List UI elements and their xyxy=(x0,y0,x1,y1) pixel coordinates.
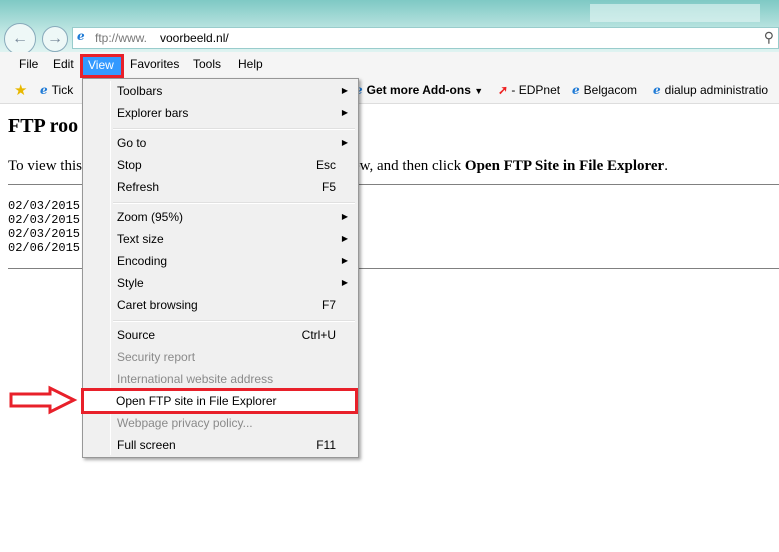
menu-item-international-website-address: International website address xyxy=(85,368,356,390)
menu-bar: File Edit View Favorites Tools Help xyxy=(0,52,779,78)
menu-item-label: Text size xyxy=(117,232,164,246)
menu-item-toolbars[interactable]: Toolbars ▶ xyxy=(85,80,356,102)
fav-tick[interactable]: e Tick xyxy=(40,83,73,97)
menu-item-label: Webpage privacy policy... xyxy=(117,416,253,430)
ie-icon: e xyxy=(77,29,85,43)
ie-icon: e xyxy=(653,83,661,97)
menu-item-source[interactable]: Source Ctrl+U xyxy=(85,324,356,346)
menu-item-zoom-95[interactable]: Zoom (95%) ▶ xyxy=(85,206,356,228)
menu-file[interactable]: File xyxy=(19,57,38,71)
fav-dialup[interactable]: e dialup administratio xyxy=(653,83,768,97)
forward-button[interactable]: → xyxy=(42,26,68,52)
menu-item-label: Explorer bars xyxy=(117,106,189,120)
submenu-arrow-icon: ▶ xyxy=(341,212,348,221)
submenu-arrow-icon: ▶ xyxy=(341,138,348,147)
menu-item-label: Toolbars xyxy=(117,84,163,98)
shortcut-label: Ctrl+U xyxy=(301,328,336,342)
fav-get-addons[interactable]: eGet more Add-ons ▼ xyxy=(355,83,483,97)
menu-item-label: Caret browsing xyxy=(117,298,198,312)
file-date[interactable]: 02/06/2015 xyxy=(8,241,80,255)
ie-icon: e xyxy=(572,83,580,97)
submenu-arrow-icon: ▶ xyxy=(341,108,348,117)
menu-item-label: International website address xyxy=(117,372,274,386)
menu-item-go-to[interactable]: Go to ▶ xyxy=(85,132,356,154)
ie-icon: e xyxy=(40,83,48,97)
menu-separator xyxy=(113,128,355,130)
address-host: voorbeeld.nl/ xyxy=(160,31,229,45)
menu-item-style[interactable]: Style ▶ xyxy=(85,272,356,294)
menu-item-label: Style xyxy=(117,276,144,290)
search-icon[interactable]: ⚲ xyxy=(764,29,774,46)
menu-item-text-size[interactable]: Text size ▶ xyxy=(85,228,356,250)
menu-item-caret-browsing[interactable]: Caret browsing F7 xyxy=(85,294,356,316)
file-date[interactable]: 02/03/2015 xyxy=(8,199,80,213)
menu-separator xyxy=(113,202,355,204)
menu-edit[interactable]: Edit xyxy=(53,57,74,71)
submenu-arrow-icon: ▶ xyxy=(341,256,348,265)
tab[interactable] xyxy=(400,4,570,22)
menu-item-label: Source xyxy=(117,328,156,342)
shortcut-label: Esc xyxy=(315,158,336,172)
menu-item-label: Full screen xyxy=(117,438,176,452)
menu-favorites[interactable]: Favorites xyxy=(130,57,179,71)
menu-item-label: Go to xyxy=(117,136,147,150)
file-list: 02/03/2015 02/03/2015 02/03/2015 02/06/2… xyxy=(8,199,80,255)
menu-item-webpage-privacy-policy: Webpage privacy policy... xyxy=(85,412,356,434)
menu-item-label: Open FTP site in File Explorer xyxy=(116,394,277,408)
page-instructions: ew, and then click Open FTP Site in File… xyxy=(353,158,668,174)
menu-item-label: Stop xyxy=(117,158,142,172)
back-button[interactable]: ← xyxy=(4,23,36,55)
edpnet-icon: ➚ xyxy=(498,83,509,97)
shortcut-label: F11 xyxy=(316,438,336,452)
submenu-arrow-icon: ▶ xyxy=(341,86,348,95)
menu-item-security-report: Security report xyxy=(85,346,356,368)
address-prefix: ftp://www. xyxy=(95,31,148,45)
menu-separator xyxy=(113,320,355,322)
red-arrow-icon xyxy=(9,385,78,415)
menu-item-full-screen[interactable]: Full screen F11 xyxy=(85,434,356,456)
page-heading: FTP roo xyxy=(8,115,79,137)
menu-item-refresh[interactable]: Refresh F5 xyxy=(85,176,356,198)
tab[interactable] xyxy=(20,4,190,22)
menu-tools[interactable]: Tools xyxy=(193,57,221,71)
menu-item-explorer-bars[interactable]: Explorer bars ▶ xyxy=(85,102,356,124)
menu-help[interactable]: Help xyxy=(238,57,263,71)
submenu-arrow-icon: ▶ xyxy=(341,278,348,287)
shortcut-label: F5 xyxy=(321,180,336,194)
menu-view-label: View xyxy=(88,58,114,72)
menu-item-encoding[interactable]: Encoding ▶ xyxy=(85,250,356,272)
menu-item-label: Security report xyxy=(117,350,196,364)
fav-belgacom[interactable]: e Belgacom xyxy=(572,83,637,97)
menu-item-label: Encoding xyxy=(117,254,168,268)
file-date[interactable]: 02/03/2015 xyxy=(8,213,80,227)
address-bar[interactable]: e ftp://www. voorbeeld.nl/ ⚲ xyxy=(72,27,779,49)
favorites-star-icon[interactable]: ★ xyxy=(14,81,27,99)
menu-item-label: Zoom (95%) xyxy=(117,210,184,224)
file-date[interactable]: 02/03/2015 xyxy=(8,227,80,241)
fav-edpnet[interactable]: ➚ - EDPnet xyxy=(498,83,560,97)
menu-item-stop[interactable]: Stop Esc xyxy=(85,154,356,176)
submenu-arrow-icon: ▶ xyxy=(341,234,348,243)
tab[interactable] xyxy=(210,4,380,22)
shortcut-label: F7 xyxy=(321,298,336,312)
title-bar: ← → e ftp://www. voorbeeld.nl/ ⚲ xyxy=(0,0,779,55)
menu-view[interactable]: View xyxy=(80,54,124,78)
view-menu: Toolbars ▶ Explorer bars ▶ Go to ▶ Stop Esc Refr… xyxy=(81,78,359,458)
menu-item-open-ftp-site-in-file-explorer[interactable]: Open FTP site in File Explorer xyxy=(81,388,358,414)
page-text-left: To view this xyxy=(8,158,82,174)
menu-item-label: Refresh xyxy=(117,180,160,194)
tab-new[interactable] xyxy=(590,4,760,22)
dropdown-arrow-icon: ▼ xyxy=(474,86,484,96)
